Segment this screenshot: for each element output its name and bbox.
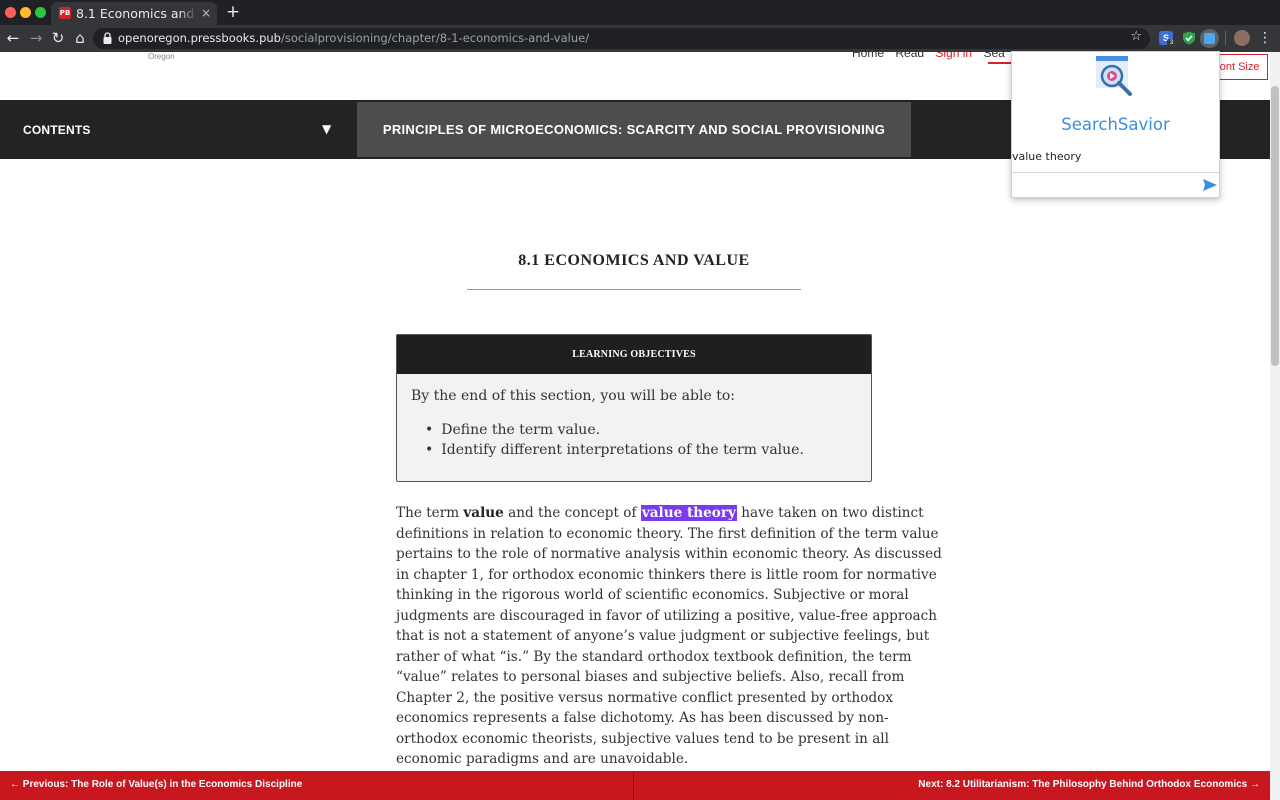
site-top-nav: Home Read Sign in Sea [852,52,1013,60]
next-chapter-label: Next: 8.2 Utilitarianism: The Philosophy… [918,779,1248,790]
home-icon[interactable]: ⌂ [70,28,90,48]
url-path: /socialprovisioning/chapter/8-1-economic… [280,31,590,45]
searchsavior-extension-glyph [1204,33,1215,44]
body-line: economic paradigms and are unavoidable. [396,751,689,767]
nav-search-link[interactable]: Sea [983,52,1004,60]
new-tab-button[interactable]: + [224,2,242,22]
highlighted-selection[interactable]: value theory [640,505,737,521]
searchsavior-logo-icon [1096,56,1132,96]
previous-chapter-text: ← Previous: The Role of Value(s) in the … [10,779,302,790]
nav-signin-link[interactable]: Sign in [935,52,972,60]
next-chapter-link[interactable]: Next: 8.2 Utilitarianism: The Philosophy… [635,771,1270,800]
bold-term-value: value [463,505,504,521]
caret-down-icon: ▼ [322,122,332,136]
body-line: thinking in the rigorous world of scient… [396,587,909,603]
chapter-footer-nav: ← Previous: The Role of Value(s) in the … [0,771,1270,800]
arrow-right-icon: → [1250,779,1260,790]
maximize-window-button[interactable] [35,7,46,18]
address-bar[interactable]: openoregon.pressbooks.pub/socialprovisio… [93,28,1150,49]
nav-read-link[interactable]: Read [895,52,924,60]
pressbooks-favicon-icon: PB [59,7,71,19]
learning-objectives-heading: LEARNING OBJECTIVES [572,349,696,360]
body-text-run: The term [396,505,464,521]
body-line: judgments are discouraged in favor of ut… [396,607,938,624]
contents-label: CONTENTS [23,123,91,137]
minimize-window-button[interactable] [20,7,31,18]
browser-toolbar: ← → ↻ ⌂ openoregon.pressbooks.pub/social… [0,25,1280,52]
body-line: rather of what “is.” By the standard ort… [396,648,912,665]
learning-objectives-header: LEARNING OBJECTIVES [397,335,871,374]
extension-s-badge: 3 [1167,39,1176,47]
popup-selected-query: value theory [1012,150,1082,163]
tab-title-fade [179,4,197,22]
star-icon[interactable]: ☆ [1130,29,1142,44]
browser-tab-active[interactable]: PB 8.1 Economics and Val × [51,2,217,25]
body-line: The term value and the concept of value … [396,503,924,524]
close-window-button[interactable] [5,7,16,18]
lock-icon [103,32,112,44]
chapter-title: 8.1 ECONOMICS AND VALUE [518,252,750,269]
reload-icon[interactable]: ↻ [48,28,68,48]
popup-divider [1012,172,1219,173]
send-icon[interactable] [1202,177,1218,193]
profile-avatar[interactable] [1234,30,1250,46]
body-line: “value” relates to personal biases and s… [396,669,905,685]
body-line: orthodox economic theorists, subjective … [396,730,889,747]
chapter-body-paragraph: The term value and the concept of value … [396,503,942,770]
tab-title: 8.1 Economics and Val [76,6,194,21]
back-arrow-icon[interactable]: ← [3,28,23,48]
body-line: Chapter 2, the positive versus normative… [396,689,894,706]
book-title-box[interactable]: PRINCIPLES OF MICROECONOMICS: SCARCITY A… [357,102,911,157]
kebab-menu-icon[interactable]: ⋮ [1258,29,1272,47]
body-line: that is not a statement of anyone’s valu… [396,628,930,644]
learning-objectives-list: Define the term value. Identify differen… [425,420,804,460]
url-text: openoregon.pressbooks.pub/socialprovisio… [118,31,589,45]
browser-tab-bar: PB 8.1 Economics and Val × + [0,0,1280,25]
nav-search-underline [988,62,1012,64]
toolbar-divider [1225,31,1226,45]
contents-dropdown-button[interactable]: CONTENTS ▼ [0,100,357,159]
previous-chapter-label: Previous: The Role of Value(s) in the Ec… [22,779,303,790]
close-tab-icon[interactable]: × [199,5,213,21]
popup-search-input[interactable] [1014,176,1199,194]
page-scrollbar-thumb[interactable] [1271,86,1279,366]
book-title: PRINCIPLES OF MICROECONOMICS: SCARCITY A… [382,122,886,137]
url-host: openoregon.pressbooks.pub [118,31,281,45]
body-line: definitions in relation to economic theo… [396,525,939,542]
list-item: Identify different interpretations of th… [425,440,804,460]
nav-home-link[interactable]: Home [852,52,884,60]
forward-arrow-icon[interactable]: → [26,28,46,48]
body-text-run: and the concept of [503,505,641,521]
chapter-title-rule [467,289,801,290]
body-line: in chapter 1, for orthodox economic thin… [396,566,937,583]
searchsavior-extension-icon[interactable] [1200,29,1219,48]
shield-extension-icon[interactable] [1182,31,1196,45]
list-item: Define the term value. [425,420,804,440]
searchsavior-popup: SearchSavior value theory [1011,51,1220,198]
arrow-left-icon: ← [10,779,20,790]
popup-title: SearchSavior [1061,115,1170,134]
previous-chapter-link[interactable]: ← Previous: The Role of Value(s) in the … [0,771,634,800]
learning-objectives-intro: By the end of this section, you will be … [411,388,735,404]
learning-objectives-box: LEARNING OBJECTIVES By the end of this s… [396,334,872,482]
next-chapter-text: Next: 8.2 Utilitarianism: The Philosophy… [918,779,1260,790]
site-logo-subtitle[interactable]: Oregon [148,52,175,61]
body-line: economics represents a false dichotomy. … [396,710,889,726]
body-line: pertains to the role of normative analys… [396,546,942,562]
body-text-run: have taken on two distinct [736,505,924,521]
